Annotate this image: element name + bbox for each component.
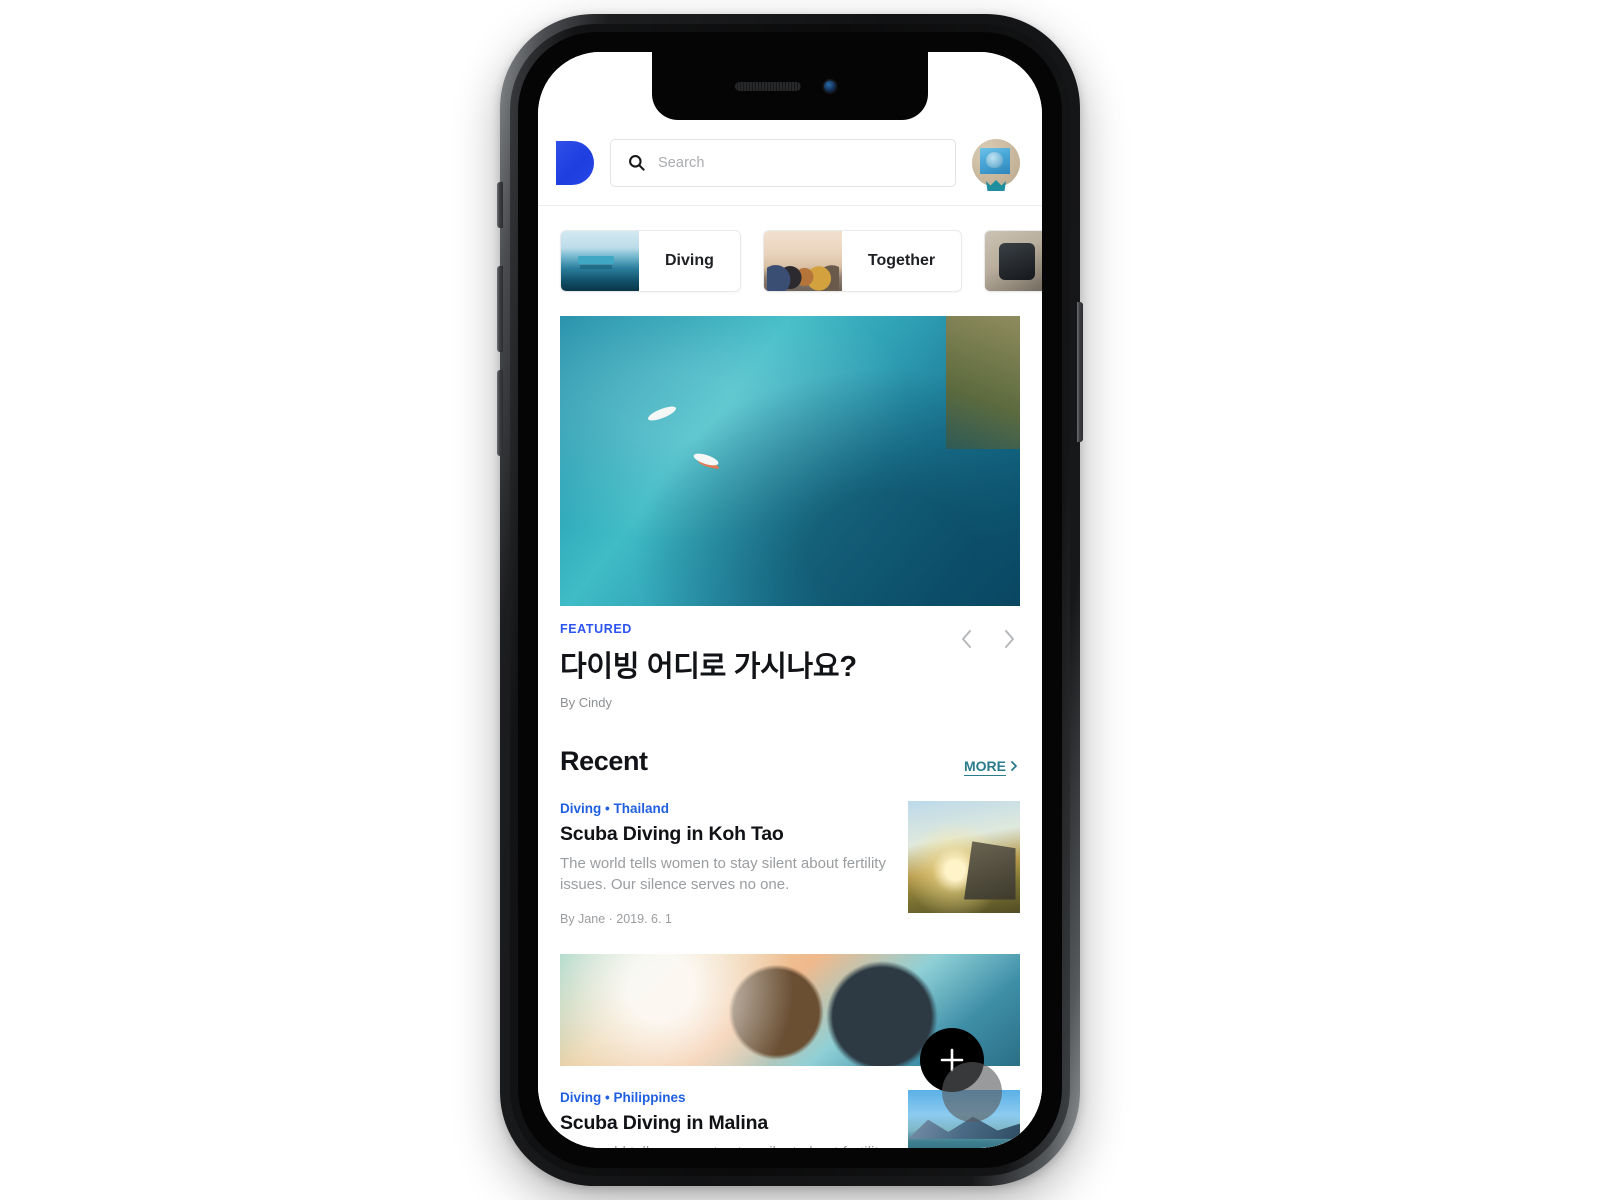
app-root: Search Diving Together FEATURED 다이빙 어디로 … — [538, 52, 1042, 1148]
article-tags[interactable]: Diving • Philippines — [560, 1090, 892, 1105]
article-description: The world tells women to stay silent abo… — [560, 1142, 892, 1148]
featured-byline: By Cindy — [560, 695, 613, 710]
phone-screen: Search Diving Together FEATURED 다이빙 어디로 … — [538, 52, 1042, 1148]
section-title: Recent — [560, 746, 648, 776]
article-text: Diving • Thailand Scuba Diving in Koh Ta… — [560, 801, 892, 926]
top-bar: Search — [538, 120, 1042, 206]
featured-title[interactable]: 다이빙 어디로 가시나요? — [560, 643, 1020, 685]
more-link[interactable]: MORE — [964, 758, 1020, 777]
article-row[interactable]: Diving • Thailand Scuba Diving in Koh Ta… — [538, 777, 1042, 926]
chip-thumbnail — [561, 231, 639, 291]
search-icon — [629, 155, 645, 171]
crown-badge-icon — [986, 179, 1006, 191]
category-chip-together[interactable]: Together — [762, 230, 963, 292]
category-chip-diving[interactable]: Diving — [560, 230, 741, 292]
phone-bezel: Search Diving Together FEATURED 다이빙 어디로 … — [518, 32, 1062, 1168]
chip-thumbnail — [985, 231, 1042, 291]
d-logo-icon[interactable] — [556, 140, 594, 185]
phone-inner-frame: Search Diving Together FEATURED 다이빙 어디로 … — [510, 24, 1070, 1176]
volume-down-button[interactable] — [497, 370, 503, 456]
chip-label: Together — [867, 252, 936, 269]
article-text: Diving • Philippines Scuba Diving in Mal… — [560, 1090, 892, 1148]
earpiece-speaker — [735, 82, 801, 91]
carousel-nav[interactable] — [956, 626, 1020, 652]
article-title[interactable]: Scuba Diving in Koh Tao — [560, 823, 892, 846]
featured-kicker: FEATURED — [560, 622, 632, 636]
power-button[interactable] — [1077, 302, 1083, 442]
touch-cursor-indicator — [942, 1062, 1002, 1122]
avatar[interactable] — [972, 138, 1020, 191]
volume-up-button[interactable] — [497, 266, 503, 352]
article-tags[interactable]: Diving • Thailand — [560, 801, 892, 816]
article-thumbnail[interactable] — [908, 801, 1020, 913]
phone-device-frame: Search Diving Together FEATURED 다이빙 어디로 … — [497, 14, 1083, 1186]
search-placeholder: Search — [658, 154, 705, 171]
screenshot-stage: Search Diving Together FEATURED 다이빙 어디로 … — [0, 0, 1600, 1200]
mute-switch-button[interactable] — [497, 182, 503, 228]
article-title[interactable]: Scuba Diving in Malina — [560, 1112, 892, 1135]
chevron-left-icon[interactable] — [956, 626, 978, 652]
chip-label: Diving — [665, 252, 714, 269]
more-label: MORE — [964, 758, 1006, 774]
category-chip-partial[interactable] — [984, 230, 1042, 292]
device-notch — [652, 52, 928, 120]
chip-thumbnail — [763, 231, 842, 291]
avatar-photo — [980, 147, 1010, 174]
article-description: The world tells women to stay silent abo… — [560, 855, 886, 894]
search-input[interactable]: Search — [610, 138, 956, 187]
hero-boat-1 — [646, 403, 678, 424]
front-camera-icon — [822, 79, 838, 94]
chevron-right-icon — [1011, 761, 1017, 771]
featured-block: FEATURED 다이빙 어디로 가시나요? By Cindy — [538, 606, 1042, 710]
hero-boat-2 — [692, 451, 721, 468]
category-chip-row[interactable]: Diving Together — [538, 206, 1042, 316]
chevron-right-icon[interactable] — [998, 626, 1020, 652]
recent-section-header: Recent MORE — [538, 710, 1042, 777]
main-scroll-area[interactable]: FEATURED 다이빙 어디로 가시나요? By Cindy Recent M… — [538, 316, 1042, 1148]
featured-hero-image[interactable] — [560, 316, 1020, 606]
article-meta: By Jane · 2019. 6. 1 — [560, 911, 672, 926]
